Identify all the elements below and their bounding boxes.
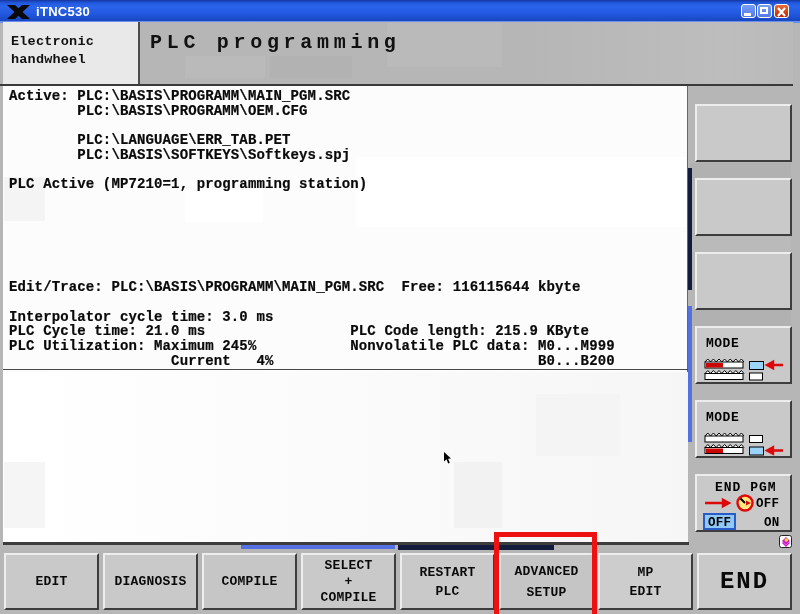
svg-text:OFF: OFF (708, 516, 731, 530)
svg-text:MODE: MODE (706, 410, 739, 425)
svg-text:END PGM: END PGM (715, 480, 777, 495)
svg-text:OFF: OFF (756, 497, 779, 511)
svg-text:ON: ON (764, 516, 780, 530)
svg-text:MODE: MODE (706, 336, 739, 351)
